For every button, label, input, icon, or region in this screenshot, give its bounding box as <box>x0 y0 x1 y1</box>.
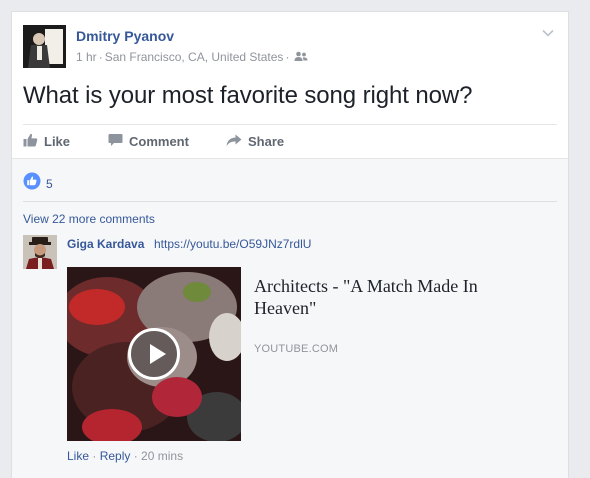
author-avatar[interactable] <box>23 25 66 68</box>
like-button[interactable]: Like <box>23 125 70 158</box>
reactions-summary[interactable]: 5 <box>23 172 53 195</box>
comment-reply-link[interactable]: Reply <box>100 449 131 463</box>
meta-separator: · <box>130 449 142 463</box>
video-thumbnail[interactable] <box>67 267 241 441</box>
comment-label: Comment <box>129 134 189 149</box>
divider <box>23 201 557 202</box>
comment-link[interactable]: https://youtu.be/O59JNz7rdlU <box>154 237 311 251</box>
meta-separator: · <box>285 50 290 64</box>
post-text: What is your most favorite song right no… <box>23 82 473 109</box>
post-timestamp[interactable]: 1 hr <box>76 50 97 64</box>
speech-bubble-icon <box>108 133 129 150</box>
comment-actions: Like · Reply · 20 mins <box>67 449 183 463</box>
reaction-count: 5 <box>46 176 53 191</box>
share-label: Share <box>248 134 285 149</box>
post-meta: 1 hr · San Francisco, CA, United States · <box>76 50 308 65</box>
post-location[interactable]: San Francisco, CA, United States <box>105 50 284 64</box>
share-button[interactable]: Share <box>226 125 284 158</box>
post-header: Dmitry Pyanov 1 hr · San Francisco, CA, Un… <box>23 25 557 71</box>
like-label: Like <box>44 134 71 149</box>
post-actions: Like Comment Share <box>23 125 557 158</box>
play-button[interactable] <box>128 328 180 380</box>
view-more-comments-link[interactable]: View 22 more comments <box>23 212 155 226</box>
comment-like-link[interactable]: Like <box>67 449 89 463</box>
chevron-down-icon[interactable] <box>541 26 555 40</box>
comment-button[interactable]: Comment <box>108 125 189 158</box>
preview-domain: YOUTUBE.COM <box>254 343 339 355</box>
commenter-avatar[interactable] <box>23 235 57 269</box>
post-author-name[interactable]: Dmitry Pyanov <box>76 28 174 44</box>
commenter-name[interactable]: Giga Kardava <box>67 237 144 251</box>
post-card: Dmitry Pyanov 1 hr · San Francisco, CA, Un… <box>11 11 569 478</box>
thumbs-up-icon <box>23 133 44 150</box>
comment-timestamp[interactable]: 20 mins <box>141 449 183 463</box>
friends-icon[interactable] <box>294 51 308 65</box>
preview-title[interactable]: Architects - "A Match Made In Heaven" <box>254 275 494 319</box>
share-arrow-icon <box>226 134 248 150</box>
like-reaction-icon <box>23 172 41 195</box>
meta-separator: · <box>89 449 100 463</box>
link-preview[interactable]: Architects - "A Match Made In Heaven" YO… <box>67 267 487 441</box>
comments-section: 5 View 22 more comments Giga Kardava htt… <box>12 158 568 478</box>
meta-separator: · <box>98 50 103 64</box>
